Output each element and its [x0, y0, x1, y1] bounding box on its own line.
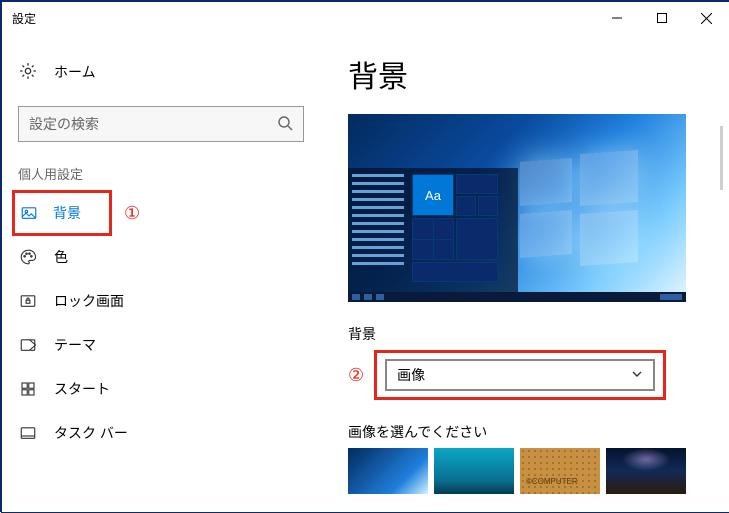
- window-title: 設定: [12, 10, 36, 27]
- gear-icon: [18, 61, 38, 84]
- preview-start-menu: Aa: [348, 168, 518, 302]
- nav-themes[interactable]: テーマ: [2, 323, 320, 367]
- picture-thumb[interactable]: ©COMPUTER: [520, 448, 600, 494]
- annotation-number-1: ①: [124, 203, 140, 224]
- background-dropdown[interactable]: 画像: [385, 359, 655, 391]
- picture-icon: [19, 204, 39, 222]
- maximize-button[interactable]: [639, 3, 684, 33]
- preview-sample-tile: Aa: [412, 174, 454, 216]
- scrollbar[interactable]: [720, 126, 723, 190]
- chevron-down-icon: [631, 367, 643, 383]
- nav-taskbar[interactable]: タスク バー: [2, 411, 320, 455]
- taskbar-icon: [18, 424, 38, 442]
- preview-taskbar: [348, 292, 686, 302]
- background-field-label: 背景: [348, 324, 729, 344]
- annotation-box-1: 背景: [12, 190, 112, 236]
- picture-thumbnails: ©COMPUTER: [348, 448, 729, 494]
- palette-icon: [18, 248, 38, 266]
- nav-item-label: ロック画面: [54, 291, 124, 311]
- section-label: 個人用設定: [2, 164, 320, 183]
- annotation-box-2: 画像: [374, 350, 666, 400]
- nav-item-label: 色: [54, 247, 68, 267]
- themes-icon: [18, 336, 38, 354]
- choose-picture-label: 画像を選んでください: [348, 422, 729, 442]
- page-title: 背景: [348, 52, 729, 96]
- home-label: ホーム: [54, 62, 96, 82]
- nav-item-label: 背景: [53, 203, 81, 223]
- search-icon: [277, 115, 293, 134]
- windows-logo-icon: [520, 152, 640, 262]
- nav-item-label: タスク バー: [54, 423, 128, 443]
- start-icon: [18, 380, 38, 398]
- nav-item-label: テーマ: [54, 335, 96, 355]
- dropdown-value: 画像: [397, 365, 425, 385]
- nav-item-label: スタート: [54, 379, 110, 399]
- picture-thumb[interactable]: [606, 448, 686, 494]
- nav-start[interactable]: スタート: [2, 367, 320, 411]
- titlebar: 設定: [2, 2, 729, 34]
- sidebar: ホーム 設定の検索 個人用設定 背景 ① 色: [2, 34, 320, 512]
- main-panel: 背景 Aa: [320, 34, 729, 512]
- nav-background[interactable]: 背景 ①: [2, 191, 320, 235]
- picture-thumb[interactable]: [348, 448, 428, 494]
- nav-colors[interactable]: 色: [2, 235, 320, 279]
- nav-lockscreen[interactable]: ロック画面: [2, 279, 320, 323]
- picture-thumb[interactable]: [434, 448, 514, 494]
- search-input[interactable]: 設定の検索: [18, 106, 304, 142]
- desktop-preview: Aa: [348, 114, 686, 302]
- lockscreen-icon: [18, 292, 38, 310]
- minimize-button[interactable]: [594, 3, 639, 33]
- window-controls: [594, 3, 729, 33]
- close-button[interactable]: [684, 3, 729, 33]
- search-placeholder: 設定の検索: [29, 114, 99, 134]
- home-button[interactable]: ホーム: [2, 52, 320, 92]
- annotation-number-2: ②: [348, 365, 364, 386]
